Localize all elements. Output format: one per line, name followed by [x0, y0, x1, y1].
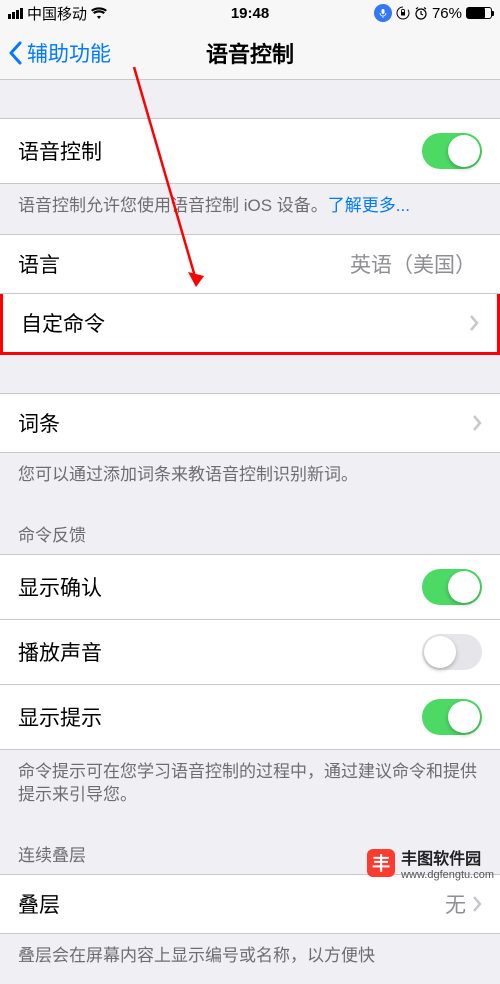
voice-control-label: 语音控制: [18, 136, 102, 166]
nav-bar: 辅助功能 语音控制: [0, 26, 500, 80]
language-label: 语言: [18, 249, 60, 279]
back-button[interactable]: 辅助功能: [8, 38, 111, 68]
chevron-right-icon: [472, 895, 482, 913]
overlay-footer: 叠层会在屏幕内容上显示编号或名称，以方便快: [0, 934, 500, 984]
voice-control-switch[interactable]: [422, 133, 482, 169]
voice-control-footer: 语音控制允许您使用语音控制 iOS 设备。了解更多...: [0, 184, 500, 234]
language-row[interactable]: 语言 英语（美国）: [0, 234, 500, 294]
feedback-footer: 命令提示可在您学习语音控制的过程中，通过建议命令和提供提示来引导您。: [0, 750, 500, 824]
voice-control-row: 语音控制: [0, 118, 500, 184]
vocabulary-label: 词条: [18, 408, 60, 438]
custom-commands-label: 自定命令: [21, 308, 105, 338]
show-hints-row: 显示提示: [0, 685, 500, 750]
status-time: 19:48: [231, 5, 269, 22]
watermark-badge: 丰: [367, 849, 395, 877]
custom-commands-row[interactable]: 自定命令: [0, 294, 500, 355]
signal-icon: [8, 8, 23, 19]
overlay-row[interactable]: 叠层 无: [0, 874, 500, 934]
lock-icon: [396, 6, 410, 20]
chevron-left-icon: [8, 41, 23, 65]
show-confirm-switch[interactable]: [422, 569, 482, 605]
show-confirm-label: 显示确认: [18, 572, 102, 602]
overlay-label: 叠层: [18, 889, 60, 919]
chevron-right-icon: [472, 414, 482, 432]
vocabulary-row[interactable]: 词条: [0, 393, 500, 453]
alarm-icon: [414, 6, 428, 20]
watermark-url: www.dgfengtu.com: [401, 869, 494, 881]
play-sound-label: 播放声音: [18, 637, 102, 667]
status-right: 76%: [374, 4, 492, 22]
status-bar: 中国移动 19:48 76%: [0, 0, 500, 26]
wifi-icon: [91, 7, 107, 19]
status-left: 中国移动: [8, 3, 107, 24]
overlay-value: 无: [445, 889, 466, 919]
carrier-label: 中国移动: [27, 3, 87, 24]
watermark: 丰 丰图软件园 www.dgfengtu.com: [367, 845, 494, 881]
show-confirm-row: 显示确认: [0, 554, 500, 620]
vocabulary-footer: 您可以通过添加词条来教语音控制识别新词。: [0, 453, 500, 503]
show-hints-switch[interactable]: [422, 699, 482, 735]
chevron-right-icon: [469, 314, 479, 332]
battery-icon: [466, 7, 492, 19]
language-value: 英语（美国）: [350, 249, 476, 279]
play-sound-switch[interactable]: [422, 634, 482, 670]
play-sound-row: 播放声音: [0, 620, 500, 685]
show-hints-label: 显示提示: [18, 702, 102, 732]
battery-pct: 76%: [432, 5, 462, 22]
page-title: 语音控制: [206, 37, 294, 69]
watermark-name: 丰图软件园: [401, 845, 494, 869]
mic-icon: [374, 4, 392, 22]
learn-more-link[interactable]: 了解更多...: [328, 196, 410, 215]
feedback-header: 命令反馈: [0, 503, 500, 554]
back-label: 辅助功能: [27, 38, 111, 68]
